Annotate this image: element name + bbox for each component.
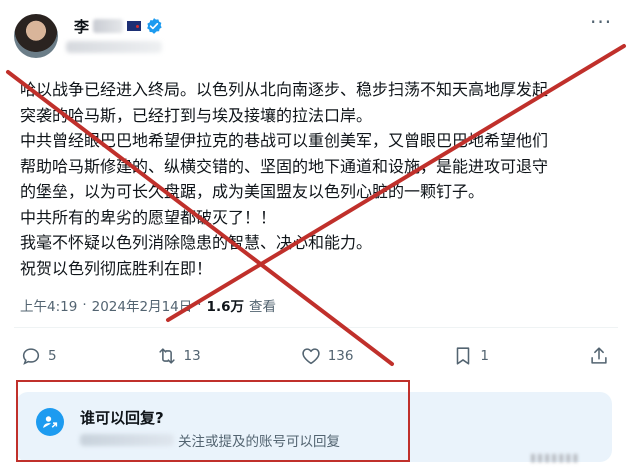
author-name-row[interactable]: 李 — [74, 15, 163, 37]
views-count: 1.6万 — [206, 299, 244, 315]
post-paragraph: 祝贺以色列彻底胜利在即！ — [20, 258, 213, 278]
share-button[interactable] — [588, 345, 610, 367]
watermark: ▮▮▮▮▮▮▮ — [530, 451, 580, 464]
share-icon — [591, 347, 607, 364]
bookmark-button[interactable]: 1 — [452, 345, 489, 367]
author-handle-redacted — [66, 41, 162, 53]
views-label: 查看 — [248, 299, 276, 315]
flag-icon — [127, 21, 142, 31]
more-options-button[interactable]: ··· — [590, 10, 612, 34]
bookmark-icon — [457, 347, 470, 365]
reply-count: 5 — [48, 348, 57, 364]
like-count: 136 — [327, 348, 354, 364]
post-timestamp: 上午4:19 · 2024年2月14日 · 1.6万 查看 — [20, 295, 276, 315]
post-paragraph: 中共所有的卑劣的愿望都破灭了！！ — [20, 207, 277, 227]
meta-separator: · — [197, 297, 202, 313]
action-bar: 5 13 136 1 — [20, 345, 610, 367]
divider — [14, 327, 618, 328]
author-avatar[interactable] — [14, 14, 58, 58]
post-paragraph: 中共曾经眼巴巴地希望伊拉克的巷战可以重创美军，又曾眼巴巴地希望他们 帮助哈马斯修… — [20, 131, 549, 201]
reply-icon — [22, 348, 40, 365]
highlight-box — [16, 380, 410, 462]
reply-button[interactable]: 5 — [20, 345, 57, 367]
post-paragraph: 我毫不怀疑以色列消除隐患的智慧、决心和能力。 — [20, 233, 373, 252]
repost-count: 13 — [183, 348, 201, 364]
like-button[interactable]: 136 — [300, 345, 354, 367]
post-paragraph: 哈以战争已经进入终局。以色列从北向南逐步、稳步扫荡不知天高地厚发起 突袭的哈马斯… — [20, 80, 549, 125]
repost-icon — [158, 348, 175, 364]
post-time[interactable]: 上午4:19 — [20, 295, 77, 315]
meta-separator: · — [82, 297, 87, 313]
heart-icon — [302, 348, 320, 365]
repost-button[interactable]: 13 — [156, 345, 201, 367]
author-name-redacted — [93, 19, 124, 33]
verified-badge-icon — [147, 18, 162, 34]
bookmark-count: 1 — [480, 348, 490, 364]
post-text: 哈以战争已经进入终局。以色列从北向南逐步、稳步扫荡不知天高地厚发起 突袭的哈马斯… — [20, 77, 620, 281]
author-name[interactable]: 李 — [74, 16, 89, 37]
post-date[interactable]: 2024年2月14日 — [92, 295, 193, 315]
